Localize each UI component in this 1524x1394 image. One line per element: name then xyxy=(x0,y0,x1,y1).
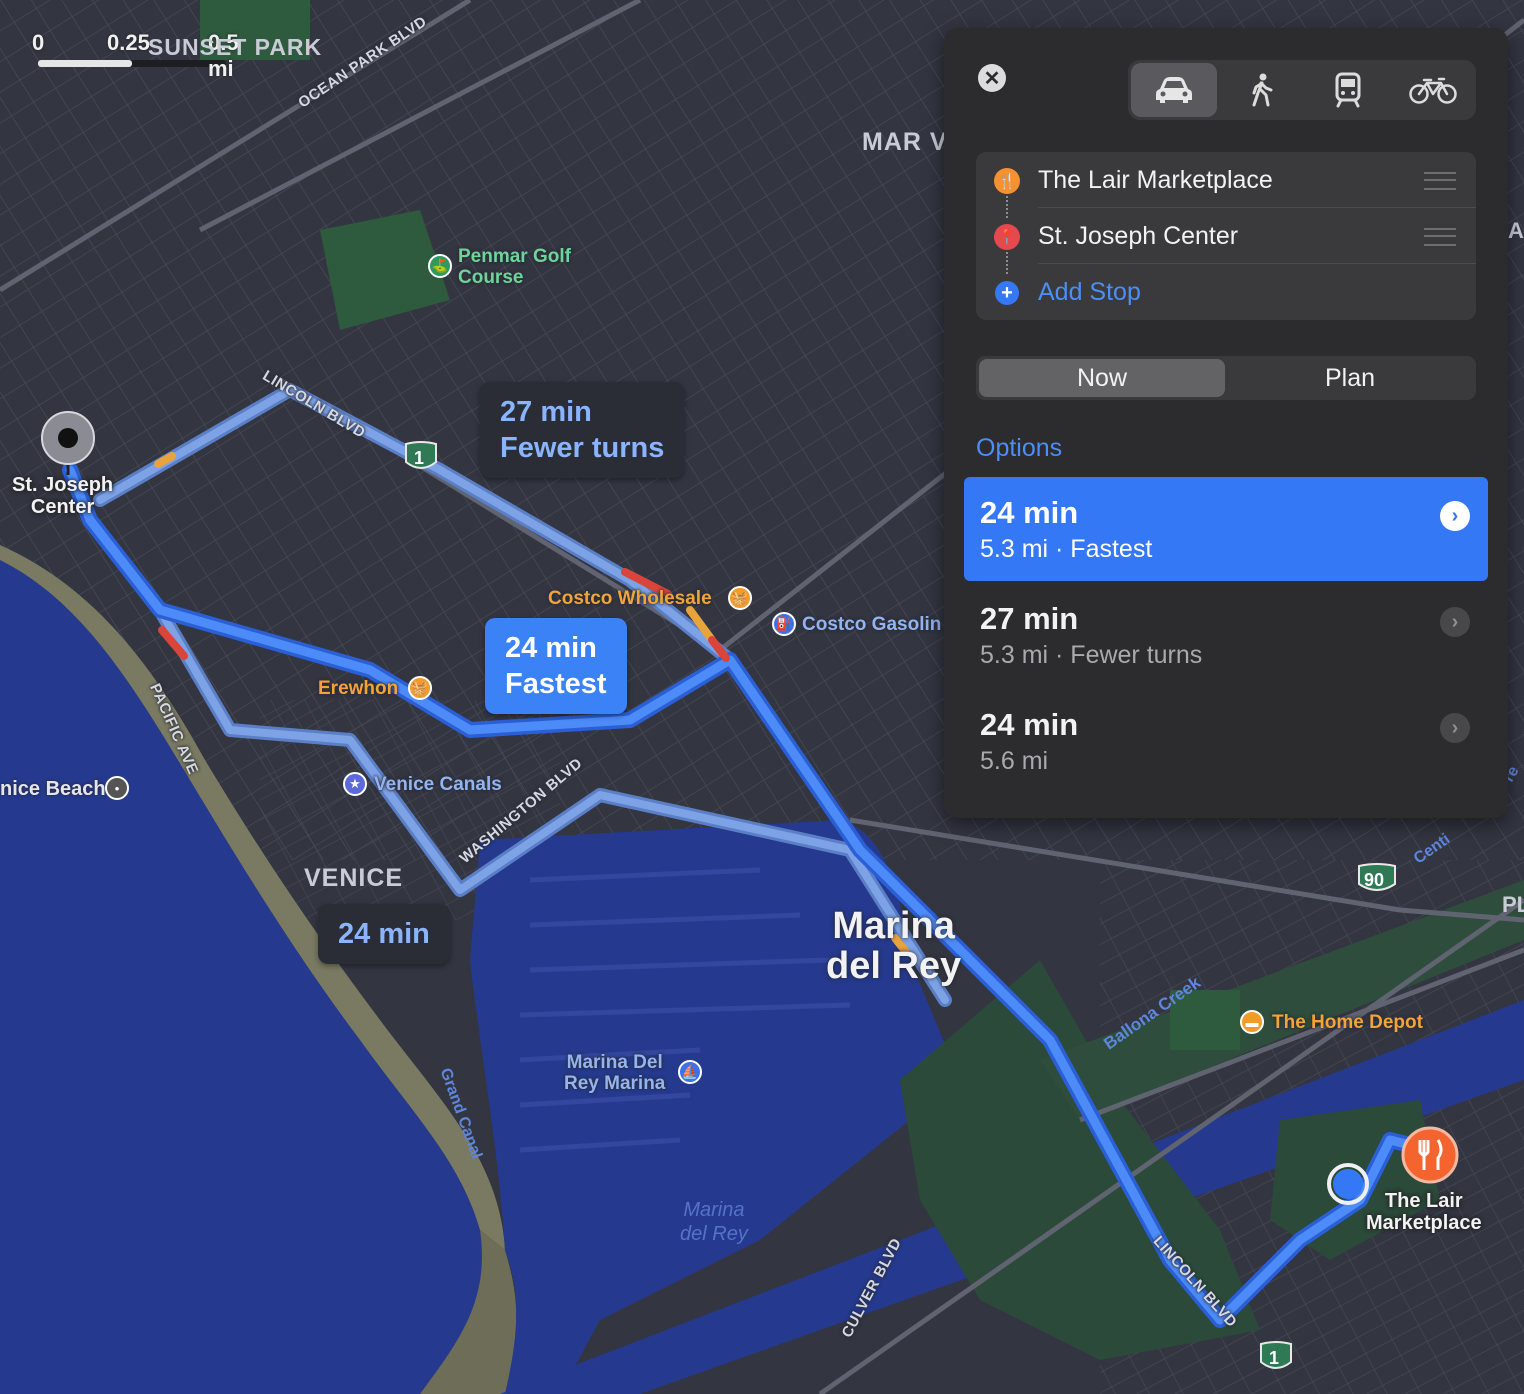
route-option-1[interactable]: 24 min 5.3 mi · Fastest › xyxy=(964,477,1488,581)
plus-icon: + xyxy=(995,281,1019,305)
bike-icon xyxy=(1409,77,1457,104)
area-label-mar-vista: MAR VI xyxy=(862,128,956,156)
time-segmented-control: Now Plan xyxy=(976,356,1476,400)
route-bubble-desc: Fastest xyxy=(505,668,607,700)
toolbox-icon: ▬ xyxy=(1240,1010,1264,1034)
route-option-time: 24 min xyxy=(980,495,1079,530)
transit-icon xyxy=(1335,72,1361,108)
close-button[interactable]: ✕ xyxy=(978,64,1006,92)
route-bubble-time: 24 min xyxy=(338,918,430,950)
poi-erewhon[interactable]: Erewhon xyxy=(318,678,398,700)
chevron-right-icon[interactable]: › xyxy=(1440,607,1470,637)
highway-1-south-shield-label: 1 xyxy=(1269,1348,1280,1368)
add-stop-label: Add Stop xyxy=(1038,278,1141,306)
route-bubble-desc: Fewer turns xyxy=(500,432,665,464)
end-location-label[interactable]: The Lair Marketplace xyxy=(1366,1190,1482,1234)
reorder-handle-icon[interactable] xyxy=(1424,228,1456,246)
walk-icon xyxy=(1252,73,1273,107)
mode-walking-button[interactable] xyxy=(1220,60,1306,120)
stop-origin[interactable]: 🍴 The Lair Marketplace xyxy=(976,152,1476,208)
water-label-marina-del-rey: Marina del Rey xyxy=(680,1199,748,1245)
poi-costco-wholesale[interactable]: Costco Wholesale xyxy=(548,588,712,610)
route-option-detail: 5.3 mi · Fastest xyxy=(980,535,1153,563)
poi-marina-del-rey-marina[interactable]: Marina Del Rey Marina xyxy=(564,1052,665,1094)
directions-panel: ✕ 🍴 The Lair Marketplace 📍 St. Joseph Ce… xyxy=(944,28,1508,818)
route-bubble-time: 24 min xyxy=(505,632,597,664)
route-bubble-time: 27 min xyxy=(500,396,592,428)
area-label-marina-del-rey: Marina del Rey xyxy=(826,905,962,987)
area-label-pl: PL xyxy=(1502,892,1524,917)
highway-90-shield-label: 90 xyxy=(1364,870,1385,890)
route-option-2[interactable]: 27 min 5.3 mi · Fewer turns › xyxy=(964,583,1488,687)
shopping-basket-icon: 🧺 xyxy=(728,586,752,610)
pin-icon: 📍 xyxy=(994,224,1020,250)
reorder-handle-icon[interactable] xyxy=(1424,172,1456,190)
star-icon: ★ xyxy=(343,772,367,796)
poi-the-home-depot[interactable]: The Home Depot xyxy=(1272,1012,1423,1034)
start-location-label[interactable]: St. Joseph Center xyxy=(12,474,113,518)
area-label-venice: VENICE xyxy=(304,864,404,892)
shopping-basket-icon: 🧺 xyxy=(408,676,432,700)
stop-origin-label: The Lair Marketplace xyxy=(1038,166,1273,194)
poi-costco-gasoline[interactable]: Costco Gasolin xyxy=(802,614,941,636)
highway-1-shield-label: 1 xyxy=(414,448,425,468)
gas-station-icon: ⛽ xyxy=(772,612,796,636)
route-option-time: 27 min xyxy=(980,601,1079,636)
plan-tab[interactable]: Plan xyxy=(1227,359,1473,397)
route-stops-list: 🍴 The Lair Marketplace 📍 St. Joseph Cent… xyxy=(976,152,1476,320)
route-bubble-fewer-turns[interactable]: 27 min Fewer turns xyxy=(480,382,685,478)
poi-penmar-golf-course[interactable]: Penmar Golf Course xyxy=(458,246,571,288)
options-heading: Options xyxy=(976,434,1063,462)
now-tab[interactable]: Now xyxy=(979,359,1225,397)
poi-venice-canals[interactable]: Venice Canals xyxy=(374,774,502,796)
fork-knife-icon: 🍴 xyxy=(994,168,1020,194)
stop-destination[interactable]: 📍 St. Joseph Center xyxy=(976,208,1476,264)
add-stop-button[interactable]: + Add Stop xyxy=(976,264,1476,320)
mode-transit-button[interactable] xyxy=(1305,60,1391,120)
scale-label-quarter: 0.25 xyxy=(107,30,150,55)
route-option-time: 24 min xyxy=(980,707,1079,742)
area-label-al: Al xyxy=(1508,218,1524,243)
chevron-right-icon[interactable]: › xyxy=(1440,501,1470,531)
car-icon xyxy=(1155,77,1192,103)
beach-pin-icon: • xyxy=(105,776,129,800)
scale-label-0: 0 xyxy=(32,30,45,55)
route-option-detail: 5.6 mi xyxy=(980,747,1049,775)
route-bubble-fastest[interactable]: 24 min Fastest xyxy=(485,618,627,714)
mode-driving-button[interactable] xyxy=(1131,63,1217,117)
sailboat-icon: ⛵ xyxy=(678,1060,702,1084)
route-option-detail: 5.3 mi · Fewer turns xyxy=(980,641,1203,669)
chevron-right-icon[interactable]: › xyxy=(1440,713,1470,743)
stop-destination-label: St. Joseph Center xyxy=(1038,222,1239,250)
golf-icon: ⛳ xyxy=(428,254,452,278)
route-option-3[interactable]: 24 min 5.6 mi › xyxy=(964,689,1488,793)
poi-venice-beach[interactable]: nice Beach xyxy=(0,778,106,801)
route-bubble-alt[interactable]: 24 min xyxy=(318,904,450,964)
restaurant-pin-icon xyxy=(1401,1126,1459,1184)
transport-mode-selector xyxy=(1128,60,1476,120)
area-label-sunset-park: SUNSET PARK xyxy=(148,34,323,60)
mode-cycling-button[interactable] xyxy=(1391,60,1477,120)
close-icon: ✕ xyxy=(983,67,1001,90)
